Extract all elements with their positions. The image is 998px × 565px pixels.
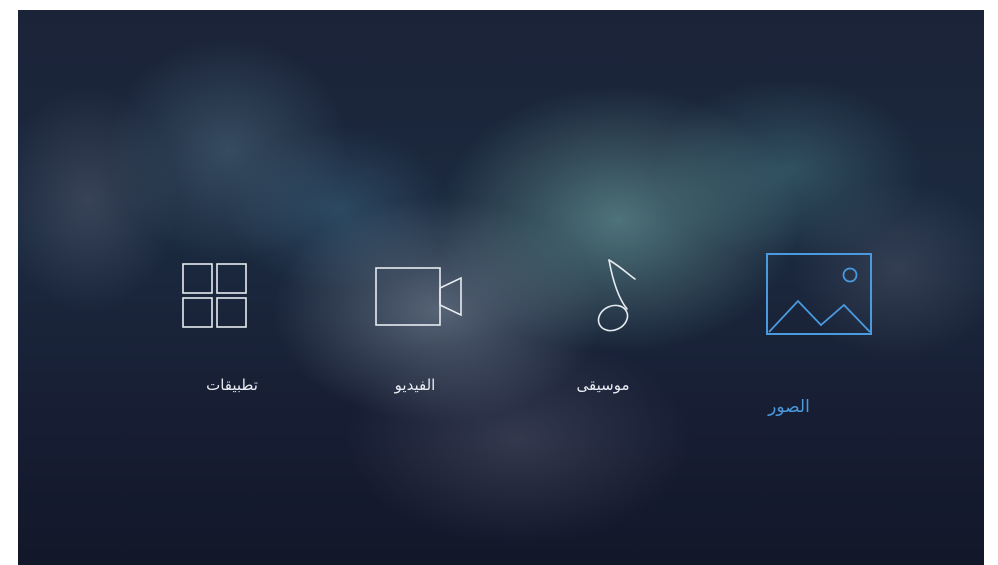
picture-icon xyxy=(766,253,872,335)
menu-label-photos: الصور xyxy=(768,397,810,417)
menu-item-music[interactable]: موسيقى xyxy=(523,10,683,450)
menu-item-photos[interactable]: الصور xyxy=(709,10,872,450)
media-launcher-screen: تطبيقات الفيديو موسيقى الصور xyxy=(18,10,984,565)
video-camera-icon xyxy=(375,267,462,326)
menu-item-video[interactable]: الفيديو xyxy=(335,10,495,450)
menu-label-music: موسيقى xyxy=(576,376,630,394)
menu-label-video: الفيديو xyxy=(394,376,436,394)
apps-grid-icon xyxy=(182,263,247,328)
music-note-icon xyxy=(597,259,636,332)
menu-item-apps[interactable]: تطبيقات xyxy=(152,10,312,450)
menu-label-apps: تطبيقات xyxy=(206,376,258,394)
